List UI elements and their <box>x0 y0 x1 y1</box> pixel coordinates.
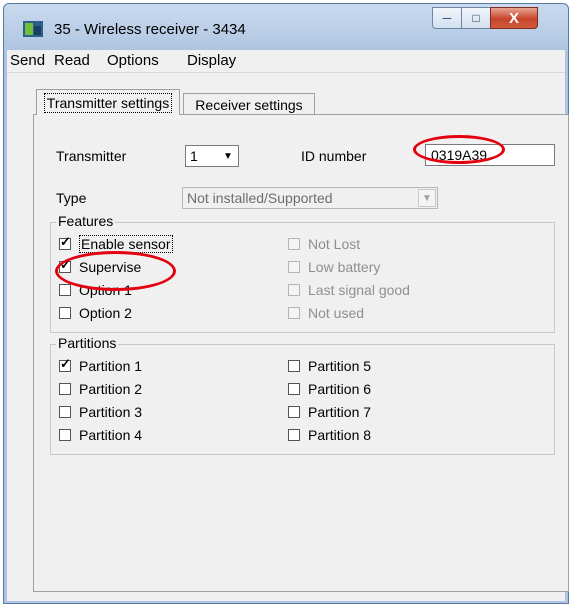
partition-1-checkbox[interactable]: ✓ Partition 1 <box>59 357 142 375</box>
checkbox-box <box>59 284 71 296</box>
checkbox-box <box>59 383 71 395</box>
partition-5-checkbox[interactable]: Partition 5 <box>288 357 371 375</box>
menu-display[interactable]: Display <box>187 52 236 69</box>
not-used-checkbox: Not used <box>288 304 364 322</box>
checkbox-box <box>288 360 300 372</box>
chevron-down-icon[interactable]: ▼ <box>418 189 436 207</box>
checkbox-label: Partition 3 <box>79 404 143 420</box>
type-select[interactable]: Not installed/Supported ▼ <box>182 187 438 209</box>
transmitter-select[interactable]: 1 ▼ <box>185 145 239 167</box>
maximize-icon: □ <box>472 11 480 25</box>
checkbox-box <box>59 406 71 418</box>
minimize-button[interactable]: ─ <box>432 7 462 29</box>
partition-3-checkbox[interactable]: Partition 3 <box>59 403 142 421</box>
close-button[interactable]: X <box>490 7 538 29</box>
partition-2-checkbox[interactable]: Partition 2 <box>59 380 142 398</box>
menu-bar: Send Read Options Display <box>7 50 565 73</box>
partitions-title: Partitions <box>56 335 119 351</box>
transmitter-value: 1 <box>190 148 198 164</box>
partition-7-checkbox[interactable]: Partition 7 <box>288 403 371 421</box>
maximize-button[interactable]: □ <box>461 7 491 29</box>
supervise-highlight <box>55 251 176 291</box>
checkbox-box <box>59 307 71 319</box>
checkbox-box <box>288 383 300 395</box>
checkbox-box <box>288 284 300 296</box>
checkbox-label: Last signal good <box>308 282 410 298</box>
checkbox-label: Partition 4 <box>79 427 143 443</box>
menu-send[interactable]: Send <box>10 52 45 69</box>
checkbox-box <box>288 406 300 418</box>
checkbox-label: Partition 7 <box>308 404 372 420</box>
checkbox-label: Partition 1 <box>79 358 143 374</box>
checkbox-box <box>288 261 300 273</box>
checkbox-box: ✓ <box>59 234 71 250</box>
window-title: 35 - Wireless receiver - 3434 <box>54 21 246 38</box>
tab-label: Receiver settings <box>195 96 303 113</box>
low-battery-checkbox: Low battery <box>288 258 380 276</box>
checkbox-label: Option 2 <box>79 305 132 321</box>
last-signal-good-checkbox: Last signal good <box>288 281 410 299</box>
checkbox-box <box>59 429 71 441</box>
checkbox-label: Partition 6 <box>308 381 372 397</box>
partition-4-checkbox[interactable]: Partition 4 <box>59 426 142 444</box>
id-number-label: ID number <box>301 148 367 164</box>
partition-6-checkbox[interactable]: Partition 6 <box>288 380 371 398</box>
transmitter-label: Transmitter <box>56 148 127 164</box>
checkbox-box <box>288 238 300 250</box>
option-2-checkbox[interactable]: Option 2 <box>59 304 132 322</box>
type-label: Type <box>56 190 87 206</box>
checkbox-label: Partition 8 <box>308 427 372 443</box>
checkbox-label: Not Lost <box>308 236 361 252</box>
features-title: Features <box>56 213 116 229</box>
id-number-highlight <box>413 135 505 164</box>
partition-8-checkbox[interactable]: Partition 8 <box>288 426 371 444</box>
not-lost-checkbox: Not Lost <box>288 235 360 253</box>
menu-read[interactable]: Read <box>54 52 90 69</box>
title-bar[interactable]: 35 - Wireless receiver - 3434 ─ □ X <box>4 4 568 50</box>
check-icon: ✓ <box>60 356 71 371</box>
menu-options[interactable]: Options <box>107 52 159 69</box>
partitions-group: Partitions ✓ Partition 1 Partition 2 Par… <box>50 335 555 455</box>
checkbox-box: ✓ <box>59 356 71 372</box>
app-window: 35 - Wireless receiver - 3434 ─ □ X Send… <box>3 3 569 604</box>
checkbox-label: Partition 2 <box>79 381 143 397</box>
close-icon: X <box>508 9 519 27</box>
tab-transmitter-settings[interactable]: Transmitter settings <box>36 89 180 115</box>
tab-receiver-settings[interactable]: Receiver settings <box>183 93 315 115</box>
minimize-icon: ─ <box>442 11 452 25</box>
type-value: Not installed/Supported <box>187 190 333 206</box>
check-icon: ✓ <box>60 234 71 249</box>
checkbox-box <box>288 307 300 319</box>
app-icon <box>23 21 43 37</box>
chevron-down-icon[interactable]: ▼ <box>219 147 237 165</box>
checkbox-box <box>288 429 300 441</box>
checkbox-label: Not used <box>308 305 365 321</box>
checkbox-label: Partition 5 <box>308 358 372 374</box>
transmitter-settings-panel: Transmitter 1 ▼ ID number 0319A39 Type N… <box>33 114 569 592</box>
checkbox-label: Low battery <box>308 259 381 275</box>
tab-label: Transmitter settings <box>43 92 173 113</box>
